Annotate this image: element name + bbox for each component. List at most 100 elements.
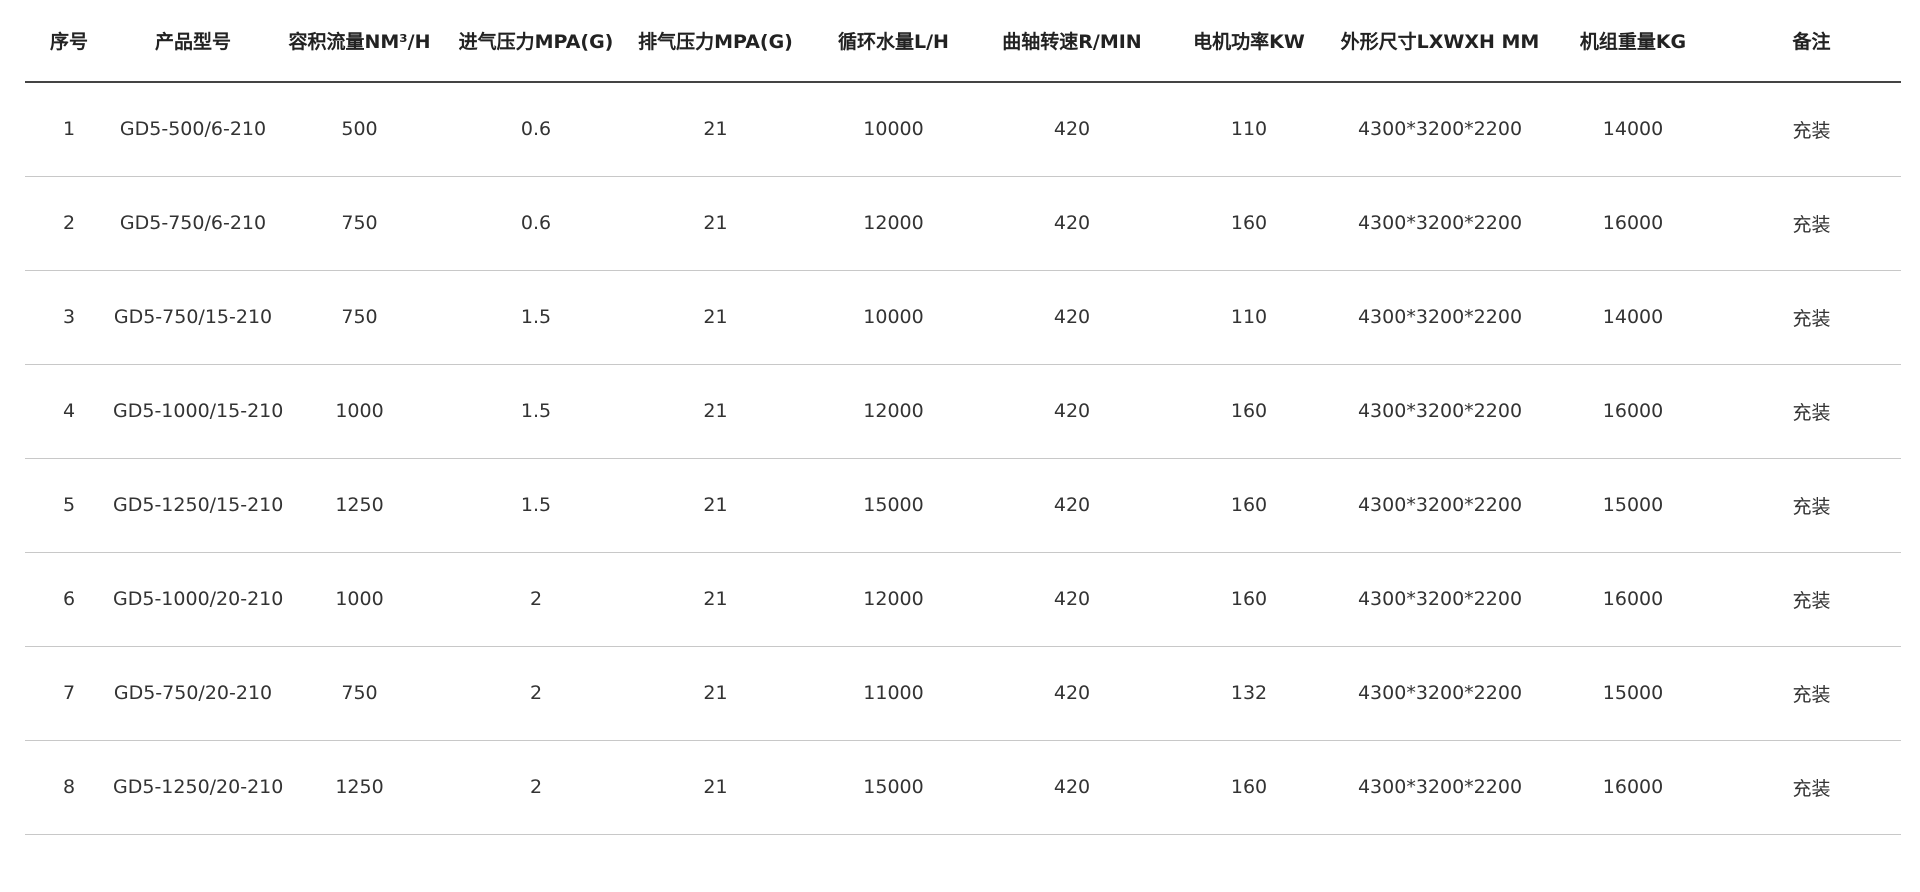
cell-weight: 14000: [1602, 118, 1664, 141]
spec-table-container: 序号 产品型号 容积流量NM³/H 进气压力MPA(G) 排气压力MPA(G) …: [25, 0, 1901, 835]
cell-crank-speed: 420: [1053, 494, 1091, 516]
cell-remark: 充装: [1792, 589, 1831, 612]
cell-crank-speed: 420: [1053, 118, 1091, 141]
cell-dimensions: 4300*3200*2200: [1357, 494, 1523, 516]
cell-motor-power: 160: [1230, 776, 1268, 798]
cell-remark: 充装: [1792, 777, 1831, 800]
cell-dimensions: 4300*3200*2200: [1357, 400, 1523, 422]
cell-flow: 750: [341, 212, 378, 234]
cell-outlet-pressure: 21: [703, 118, 728, 141]
cell-outlet-pressure: 21: [703, 776, 728, 798]
cell-dimensions: 4300*3200*2200: [1357, 776, 1523, 798]
cell-outlet-pressure: 21: [703, 212, 728, 234]
table-row: 3 GD5-750/15-210 750 1.5 21 10000 420 110 4300*3…: [25, 270, 1901, 364]
cell-model: GD5-750/20-210: [113, 682, 273, 704]
cell-water-flow: 12000: [863, 588, 924, 610]
cell-index: 6: [62, 588, 76, 610]
cell-crank-speed: 420: [1053, 212, 1091, 234]
cell-water-flow: 10000: [863, 118, 924, 141]
cell-remark: 充装: [1792, 683, 1831, 706]
cell-model: GD5-1000/20-210: [113, 588, 284, 610]
cell-crank-speed: 420: [1053, 306, 1091, 328]
cell-flow: 1000: [335, 400, 384, 422]
cell-index: 2: [62, 212, 76, 234]
cell-model: GD5-1000/15-210: [113, 400, 284, 422]
cell-index: 5: [62, 494, 76, 516]
cell-model: GD5-1250/20-210: [113, 776, 284, 798]
cell-outlet-pressure: 21: [703, 588, 728, 610]
cell-water-flow: 12000: [863, 400, 924, 422]
cell-motor-power: 160: [1230, 588, 1268, 610]
cell-inlet-pressure: 2: [529, 682, 543, 704]
cell-remark: 充装: [1792, 213, 1831, 236]
cell-weight: 16000: [1602, 400, 1664, 422]
cell-water-flow: 12000: [863, 212, 924, 234]
table-row: 6 GD5-1000/20-210 1000 2 21 12000 420 160 4300*3…: [25, 552, 1901, 646]
cell-inlet-pressure: 0.6: [520, 212, 552, 234]
cell-flow: 1250: [335, 776, 384, 798]
cell-water-flow: 10000: [863, 306, 924, 328]
cell-outlet-pressure: 21: [703, 494, 728, 516]
cell-model: GD5-750/6-210: [119, 212, 267, 234]
cell-flow: 1000: [335, 588, 384, 610]
cell-weight: 16000: [1602, 588, 1664, 610]
table-row: 2 GD5-750/6-210 750 0.6 21 12000 420 160 4300*32…: [25, 176, 1901, 270]
cell-index: 1: [62, 118, 76, 141]
header-inlet-pressure: 进气压力MPA(G): [458, 31, 614, 53]
spec-table: 序号 产品型号 容积流量NM³/H 进气压力MPA(G) 排气压力MPA(G) …: [25, 0, 1901, 835]
cell-model: GD5-500/6-210: [119, 118, 267, 141]
cell-inlet-pressure: 1.5: [520, 494, 552, 516]
header-flow: 容积流量NM³/H: [288, 31, 431, 53]
cell-water-flow: 15000: [863, 494, 924, 516]
header-weight: 机组重量KG: [1579, 31, 1687, 53]
cell-remark: 充装: [1792, 307, 1831, 330]
cell-inlet-pressure: 1.5: [520, 400, 552, 422]
cell-flow: 750: [341, 306, 378, 328]
header-crank-speed: 曲轴转速R/MIN: [1002, 31, 1142, 53]
cell-remark: 充装: [1792, 495, 1831, 518]
cell-dimensions: 4300*3200*2200: [1357, 118, 1523, 141]
cell-dimensions: 4300*3200*2200: [1357, 682, 1523, 704]
cell-motor-power: 160: [1230, 494, 1268, 516]
cell-flow: 750: [341, 682, 378, 704]
header-motor-power: 电机功率KW: [1193, 31, 1305, 53]
cell-flow: 500: [341, 118, 378, 141]
cell-outlet-pressure: 21: [703, 682, 728, 704]
header-remark: 备注: [1792, 31, 1831, 53]
cell-motor-power: 160: [1230, 212, 1268, 234]
cell-index: 7: [62, 682, 76, 704]
table-row: 7 GD5-750/20-210 750 2 21 11000 420 132 4300*320…: [25, 646, 1901, 740]
cell-weight: 15000: [1602, 682, 1664, 704]
cell-crank-speed: 420: [1053, 588, 1091, 610]
cell-water-flow: 11000: [863, 682, 924, 704]
cell-inlet-pressure: 0.6: [520, 118, 552, 141]
cell-motor-power: 160: [1230, 400, 1268, 422]
cell-crank-speed: 420: [1053, 400, 1091, 422]
cell-index: 3: [62, 306, 76, 328]
cell-weight: 14000: [1602, 306, 1664, 328]
cell-inlet-pressure: 2: [529, 776, 543, 798]
cell-index: 8: [62, 776, 76, 798]
cell-motor-power: 110: [1230, 306, 1268, 328]
table-row: 1 GD5-500/6-210 500 0.6 21 10000 420 110 4300*32…: [25, 82, 1901, 176]
table-body: 1 GD5-500/6-210 500 0.6 21 10000 420 110 4300*32…: [25, 82, 1901, 834]
header-outlet-pressure: 排气压力MPA(G): [638, 31, 793, 53]
cell-motor-power: 132: [1230, 682, 1268, 704]
header-dimensions: 外形尺寸LXWXH MM: [1340, 31, 1540, 53]
cell-water-flow: 15000: [863, 776, 924, 798]
cell-dimensions: 4300*3200*2200: [1357, 212, 1523, 234]
cell-model: GD5-750/15-210: [113, 306, 273, 328]
table-row: 5 GD5-1250/15-210 1250 1.5 21 15000 420 160 4300…: [25, 458, 1901, 552]
cell-weight: 16000: [1602, 776, 1664, 798]
cell-weight: 15000: [1602, 494, 1664, 516]
table-row: 4 GD5-1000/15-210 1000 1.5 21 12000 420 160 4300…: [25, 364, 1901, 458]
cell-motor-power: 110: [1230, 118, 1268, 141]
header-model: 产品型号: [154, 31, 231, 53]
header-index: 序号: [49, 31, 88, 53]
cell-remark: 充装: [1792, 119, 1831, 142]
cell-model: GD5-1250/15-210: [113, 494, 284, 516]
cell-crank-speed: 420: [1053, 776, 1091, 798]
cell-dimensions: 4300*3200*2200: [1357, 588, 1523, 610]
cell-inlet-pressure: 2: [529, 588, 543, 610]
cell-flow: 1250: [335, 494, 384, 516]
